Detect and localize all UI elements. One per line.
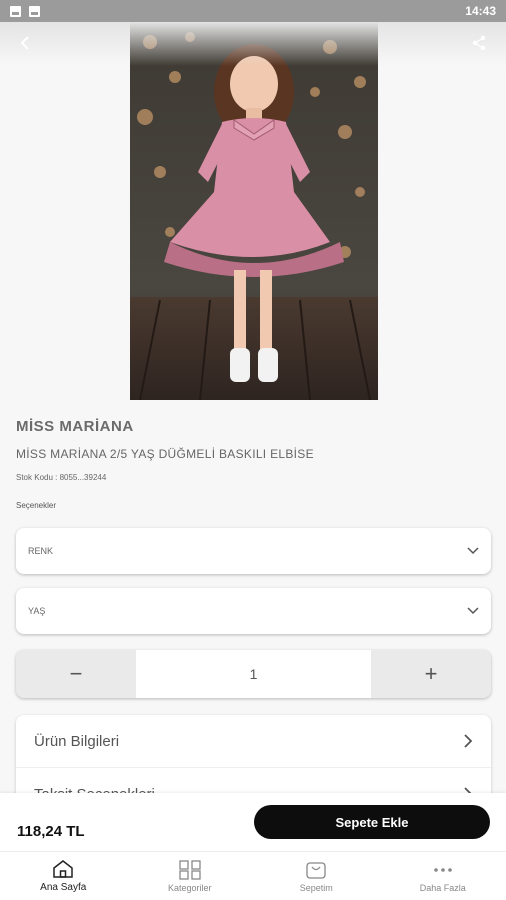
product-title: MİSS MARİANA 2/5 YAŞ DÜĞMELİ BASKILI ELB… xyxy=(16,447,314,461)
product-info-label: Ürün Bilgileri xyxy=(34,732,120,750)
age-select[interactable]: YAŞ xyxy=(16,588,491,634)
tab-cart[interactable]: Sepetim xyxy=(253,852,380,900)
age-select-label: YAŞ xyxy=(28,606,46,616)
back-button[interactable] xyxy=(10,28,40,58)
color-select[interactable]: RENK xyxy=(16,528,491,574)
quantity-stepper: − 1 + xyxy=(16,650,491,698)
tab-categories-label: Kategoriler xyxy=(167,882,212,893)
share-button[interactable] xyxy=(464,28,494,58)
quantity-value[interactable]: 1 xyxy=(136,650,371,698)
brand-name[interactable]: MİSS MARİANA xyxy=(16,418,134,435)
stock-code: Stok Kodu : 8055...39244 xyxy=(16,473,107,482)
product-info-row[interactable]: Ürün Bilgileri xyxy=(16,715,491,768)
chevron-left-icon xyxy=(20,36,29,50)
tab-more[interactable]: Daha Fazla xyxy=(380,852,506,900)
increase-quantity-button[interactable]: + xyxy=(371,650,491,698)
chevron-down-icon xyxy=(467,547,479,555)
add-to-cart-button[interactable]: Sepete Ekle xyxy=(254,805,490,839)
price: 118,24 TL xyxy=(17,823,85,840)
status-bar: 14:43 xyxy=(0,0,506,22)
tab-home[interactable]: Ana Sayfa xyxy=(0,852,127,900)
chevron-right-icon xyxy=(464,734,473,748)
notification-icon xyxy=(29,5,40,17)
tab-categories[interactable]: Kategoriler xyxy=(127,852,254,900)
top-bar xyxy=(0,22,506,66)
tab-cart-label: Sepetim xyxy=(299,882,333,893)
bottom-tab-bar: Ana Sayfa Kategoriler Sepetim Daha Fazla xyxy=(0,851,506,900)
more-icon xyxy=(433,867,452,872)
status-icons xyxy=(10,5,40,17)
info-card: Ürün Bilgileri Taksit Seçenekleri xyxy=(16,715,491,805)
status-time: 14:43 xyxy=(465,4,496,18)
product-photo xyxy=(130,22,378,400)
options-title: Seçenekler xyxy=(16,501,57,510)
color-select-label: RENK xyxy=(28,546,54,556)
image-icon xyxy=(10,5,21,17)
cart-icon xyxy=(306,861,326,879)
grid-icon xyxy=(179,859,201,880)
tab-home-label: Ana Sayfa xyxy=(40,882,87,893)
product-image[interactable] xyxy=(130,22,378,400)
tab-more-label: Daha Fazla xyxy=(419,882,466,893)
share-icon xyxy=(472,35,486,51)
chevron-down-icon xyxy=(467,607,479,615)
decrease-quantity-button[interactable]: − xyxy=(16,650,136,698)
home-icon xyxy=(53,860,73,878)
purchase-bar: 118,24 TL Sepete Ekle xyxy=(0,793,506,851)
